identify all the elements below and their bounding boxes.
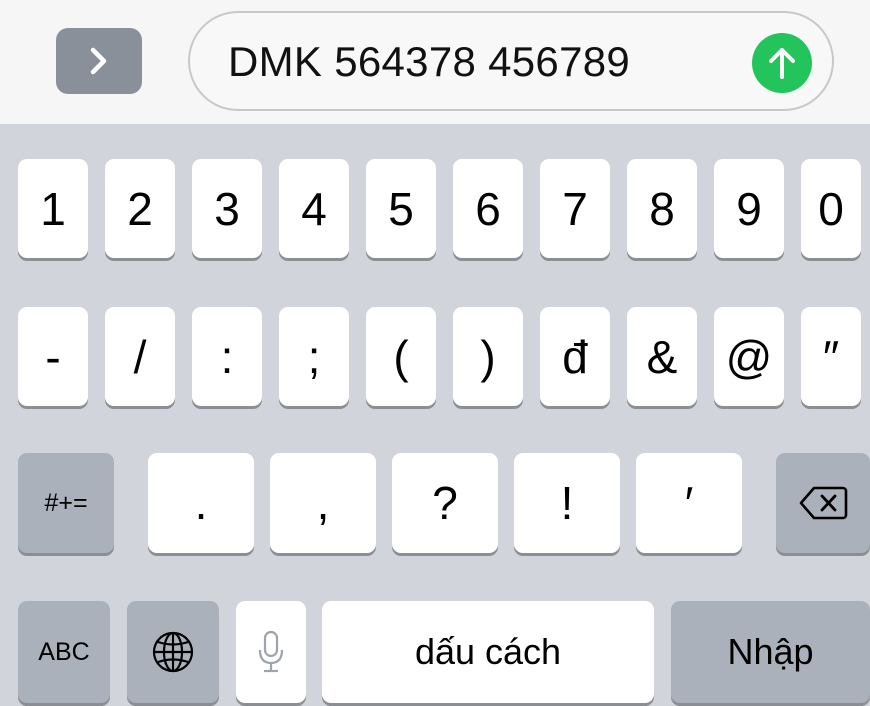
key-question[interactable]: ? [392, 453, 498, 553]
key-double-quote[interactable]: ″ [801, 307, 861, 406]
key-apostrophe[interactable]: ′ [636, 453, 742, 553]
key-1[interactable]: 1 [18, 159, 88, 258]
key-semicolon[interactable]: ; [279, 307, 349, 406]
key-3[interactable]: 3 [192, 159, 262, 258]
message-input[interactable]: DMK 564378 456789 [188, 11, 834, 111]
arrow-up-icon [769, 48, 795, 79]
delete-key[interactable] [776, 453, 870, 553]
space-key[interactable]: dấu cách [322, 601, 654, 703]
key-2[interactable]: 2 [105, 159, 175, 258]
globe-icon [152, 631, 194, 673]
return-key[interactable]: Nhập [671, 601, 870, 703]
key-6[interactable]: 6 [453, 159, 523, 258]
microphone-icon [258, 630, 284, 673]
chevron-right-icon [90, 47, 107, 75]
key-comma[interactable]: , [270, 453, 376, 553]
send-button[interactable] [752, 33, 812, 93]
key-5[interactable]: 5 [366, 159, 436, 258]
backspace-icon [799, 486, 848, 520]
key-d-stroke[interactable]: đ [540, 307, 610, 406]
key-period[interactable]: . [148, 453, 254, 553]
key-ampersand[interactable]: & [627, 307, 697, 406]
expand-button[interactable] [56, 28, 142, 94]
key-0[interactable]: 0 [801, 159, 861, 258]
dictation-key[interactable] [236, 601, 306, 703]
globe-key[interactable] [127, 601, 219, 703]
key-open-paren[interactable]: ( [366, 307, 436, 406]
key-colon[interactable]: : [192, 307, 262, 406]
key-7[interactable]: 7 [540, 159, 610, 258]
key-9[interactable]: 9 [714, 159, 784, 258]
more-symbols-key[interactable]: #+= [18, 453, 114, 553]
key-8[interactable]: 8 [627, 159, 697, 258]
message-input-text: DMK 564378 456789 [228, 38, 631, 85]
key-slash[interactable]: / [105, 307, 175, 406]
abc-key[interactable]: ABC [18, 601, 110, 703]
message-input-bar: DMK 564378 456789 [0, 0, 870, 124]
key-exclamation[interactable]: ! [514, 453, 620, 553]
key-hyphen[interactable]: - [18, 307, 88, 406]
key-at[interactable]: @ [714, 307, 784, 406]
key-4[interactable]: 4 [279, 159, 349, 258]
key-close-paren[interactable]: ) [453, 307, 523, 406]
